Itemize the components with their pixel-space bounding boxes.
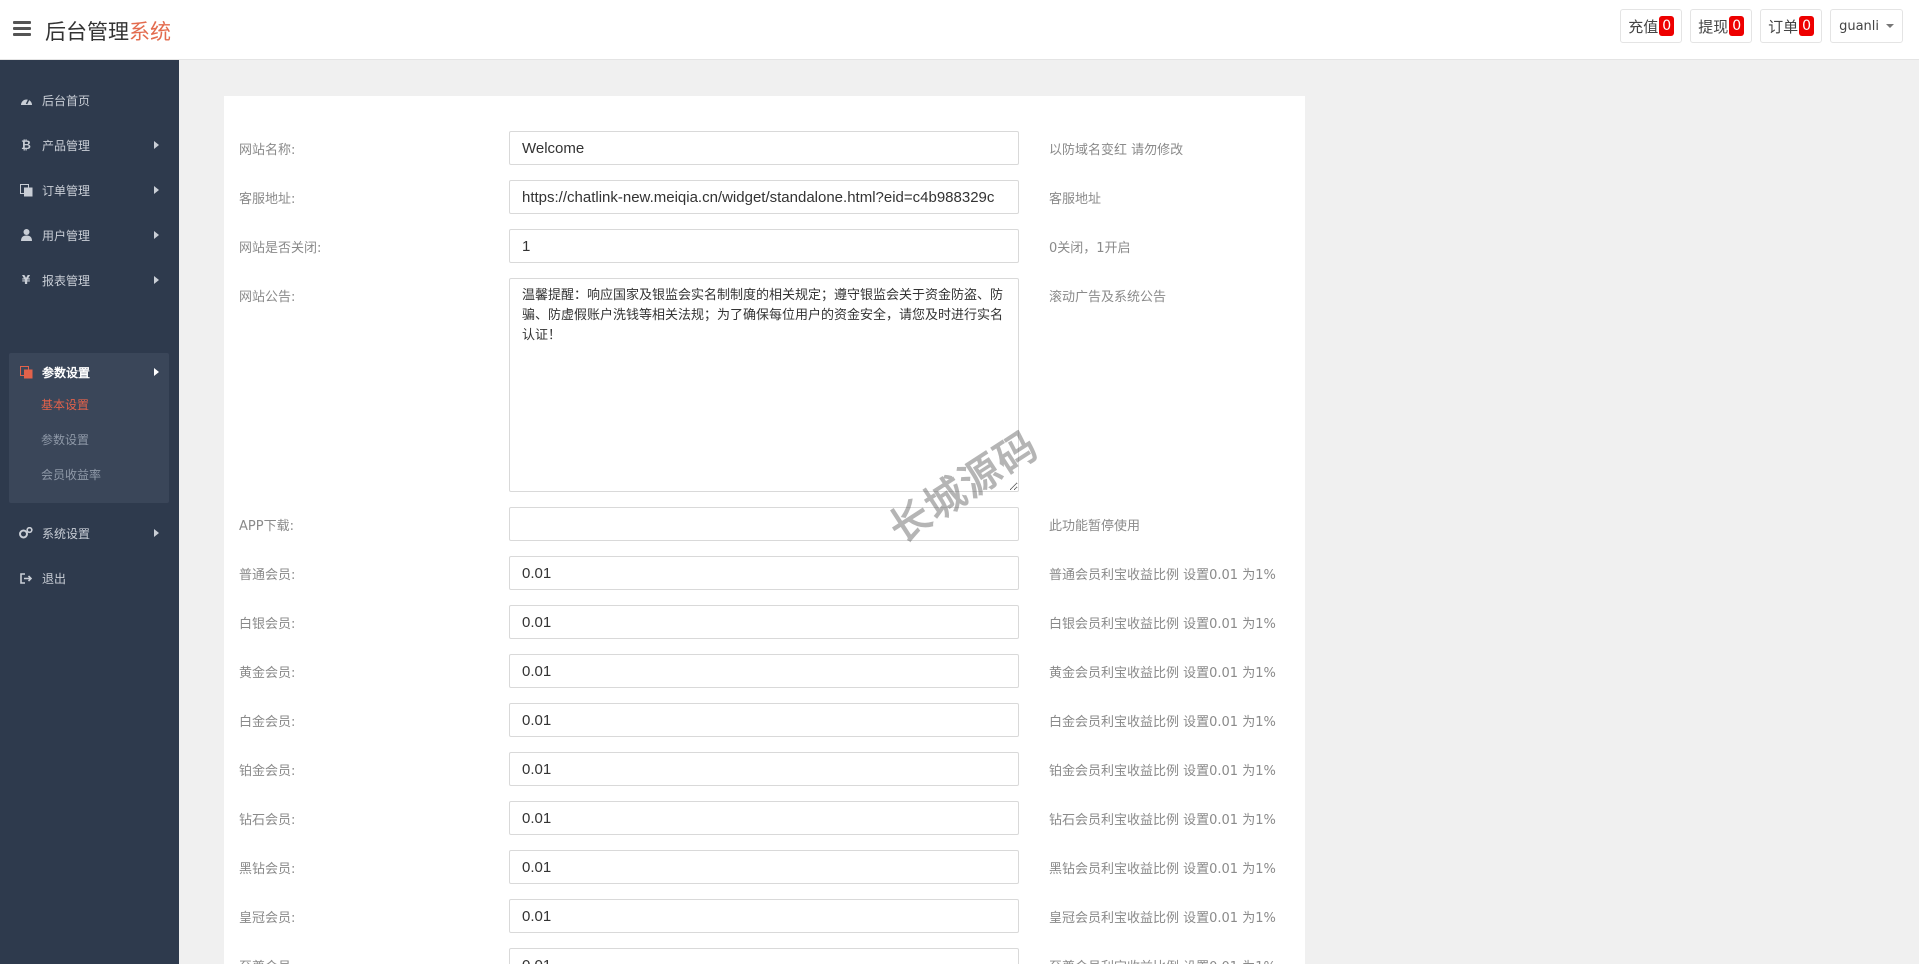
announcement-textarea[interactable]: 温馨提醒：响应国家及银监会实名制制度的相关规定；遵守银监会关于资金防盗、防骗、防… bbox=[509, 278, 1019, 492]
sidebar-item-label: 产品管理 bbox=[42, 138, 91, 153]
member-black-diamond-hint: 黑钻会员利宝收益比例 设置0.01 为1% bbox=[1049, 862, 1276, 877]
withdraw-label: 提现 bbox=[1698, 17, 1729, 36]
member-supreme-label: 至尊会员: bbox=[239, 956, 295, 964]
caret-right-icon bbox=[154, 529, 159, 537]
submenu-member-yield[interactable]: 会员收益率 bbox=[41, 466, 101, 483]
member-pt-gold-input[interactable] bbox=[509, 752, 1019, 786]
sidebar-item-label: 用户管理 bbox=[42, 228, 91, 243]
sidebar-group-settings: 参数设置 基本设置 参数设置 会员收益率 bbox=[9, 353, 169, 503]
member-silver-hint: 白银会员利宝收益比例 设置0.01 为1% bbox=[1049, 617, 1276, 632]
submenu-basic-settings[interactable]: 基本设置 bbox=[41, 396, 89, 413]
recharge-button[interactable]: 充值 0 bbox=[1620, 9, 1683, 43]
header-actions: 充值 0 提现 0 订单 0 guanli bbox=[1620, 9, 1903, 43]
caret-right-icon bbox=[154, 141, 159, 149]
member-gold-input[interactable] bbox=[509, 654, 1019, 688]
member-supreme-hint: 至尊会员利宝收益比例 设置0.01 为1% bbox=[1049, 956, 1276, 964]
withdraw-count-badge: 0 bbox=[1729, 16, 1745, 36]
site-closed-input[interactable] bbox=[509, 229, 1019, 263]
sign-out-icon bbox=[19, 571, 33, 585]
sidebar-item-label: 参数设置 bbox=[42, 365, 91, 380]
caret-right-icon bbox=[154, 231, 159, 239]
top-header: 后台管理系统 充值 0 提现 0 订单 0 guanli bbox=[0, 0, 1919, 60]
member-black-diamond-label: 黑钻会员: bbox=[239, 862, 296, 877]
caret-down-icon bbox=[1886, 24, 1894, 28]
site-name-input[interactable] bbox=[509, 131, 1019, 165]
orders-label: 订单 bbox=[1768, 17, 1799, 36]
files-icon bbox=[19, 365, 33, 379]
service-url-hint: 客服地址 bbox=[1049, 192, 1102, 207]
sidebar-item-orders[interactable]: 订单管理 bbox=[0, 171, 179, 209]
sidebar-item-logout[interactable]: 退出 bbox=[0, 559, 179, 597]
sidebar-item-label: 订单管理 bbox=[42, 183, 91, 198]
member-diamond-hint: 钻石会员利宝收益比例 设置0.01 为1% bbox=[1049, 813, 1276, 828]
username: guanli bbox=[1839, 18, 1879, 34]
bitcoin-icon: ₿ bbox=[21, 138, 31, 152]
announcement-label: 网站公告: bbox=[239, 290, 296, 305]
caret-right-icon bbox=[154, 186, 159, 194]
caret-right-icon bbox=[154, 368, 159, 376]
user-menu-button[interactable]: guanli bbox=[1830, 9, 1903, 43]
sidebar-item-label: 退出 bbox=[42, 571, 67, 586]
sidebar-item-dashboard[interactable]: 后台首页 bbox=[0, 81, 179, 119]
service-url-label: 客服地址: bbox=[239, 192, 296, 207]
member-crown-input[interactable] bbox=[509, 899, 1019, 933]
user-icon bbox=[19, 228, 33, 242]
member-crown-hint: 皇冠会员利宝收益比例 设置0.01 为1% bbox=[1049, 911, 1276, 926]
site-name-hint: 以防域名变红 请勿修改 bbox=[1049, 143, 1184, 158]
orders-count-badge: 0 bbox=[1799, 16, 1815, 36]
caret-right-icon bbox=[154, 276, 159, 284]
submenu-parameter-settings[interactable]: 参数设置 bbox=[41, 431, 89, 448]
copy-icon bbox=[19, 183, 33, 197]
service-url-input[interactable] bbox=[509, 180, 1019, 214]
member-supreme-input[interactable] bbox=[509, 948, 1019, 964]
sidebar-item-reports[interactable]: ¥ 报表管理 bbox=[0, 261, 179, 299]
sidebar-item-users[interactable]: 用户管理 bbox=[0, 216, 179, 254]
member-pt-gold-hint: 铂金会员利宝收益比例 设置0.01 为1% bbox=[1049, 764, 1276, 779]
sidebar: 后台首页 ₿ 产品管理 订单管理 用户管理 ¥ 报表管理 参数设置 基本设置 参… bbox=[0, 60, 179, 964]
member-platinum-label: 白金会员: bbox=[239, 715, 296, 730]
sidebar-item-parameters[interactable]: 参数设置 bbox=[0, 353, 179, 391]
member-gold-hint: 黄金会员利宝收益比例 设置0.01 为1% bbox=[1049, 666, 1276, 681]
member-platinum-input[interactable] bbox=[509, 703, 1019, 737]
sidebar-item-products[interactable]: ₿ 产品管理 bbox=[0, 126, 179, 164]
dashboard-icon bbox=[19, 93, 33, 107]
site-closed-hint: 0关闭，1开启 bbox=[1049, 241, 1131, 256]
yen-icon: ¥ bbox=[21, 273, 31, 287]
sidebar-item-system[interactable]: 系统设置 bbox=[0, 514, 179, 552]
app-download-label: APP下载: bbox=[239, 519, 294, 534]
brand-title: 后台管理系统 bbox=[45, 20, 171, 44]
menu-toggle-icon[interactable] bbox=[13, 21, 31, 36]
member-regular-input[interactable] bbox=[509, 556, 1019, 590]
member-crown-label: 皇冠会员: bbox=[239, 911, 296, 926]
member-platinum-hint: 白金会员利宝收益比例 设置0.01 为1% bbox=[1049, 715, 1276, 730]
sidebar-item-label: 后台首页 bbox=[42, 93, 91, 108]
member-diamond-label: 钻石会员: bbox=[239, 813, 296, 828]
site-closed-label: 网站是否关闭: bbox=[239, 241, 322, 256]
app-download-hint: 此功能暂停使用 bbox=[1049, 519, 1141, 534]
member-regular-hint: 普通会员利宝收益比例 设置0.01 为1% bbox=[1049, 568, 1276, 583]
member-gold-label: 黄金会员: bbox=[239, 666, 296, 681]
member-diamond-input[interactable] bbox=[509, 801, 1019, 835]
member-regular-label: 普通会员: bbox=[239, 568, 296, 583]
recharge-label: 充值 bbox=[1628, 17, 1659, 36]
orders-button[interactable]: 订单 0 bbox=[1760, 9, 1823, 43]
member-black-diamond-input[interactable] bbox=[509, 850, 1019, 884]
member-pt-gold-label: 铂金会员: bbox=[239, 764, 296, 779]
site-name-label: 网站名称: bbox=[239, 143, 296, 158]
sidebar-item-label: 报表管理 bbox=[42, 273, 91, 288]
settings-form: 网站名称: 以防域名变红 请勿修改 客服地址: 客服地址 网站是否关闭: 0关闭… bbox=[224, 96, 1305, 964]
member-silver-label: 白银会员: bbox=[239, 617, 296, 632]
member-silver-input[interactable] bbox=[509, 605, 1019, 639]
announcement-hint: 滚动广告及系统公告 bbox=[1049, 290, 1167, 305]
sidebar-item-label: 系统设置 bbox=[42, 526, 91, 541]
gears-icon bbox=[19, 526, 33, 540]
recharge-count-badge: 0 bbox=[1659, 16, 1675, 36]
withdraw-button[interactable]: 提现 0 bbox=[1690, 9, 1753, 43]
